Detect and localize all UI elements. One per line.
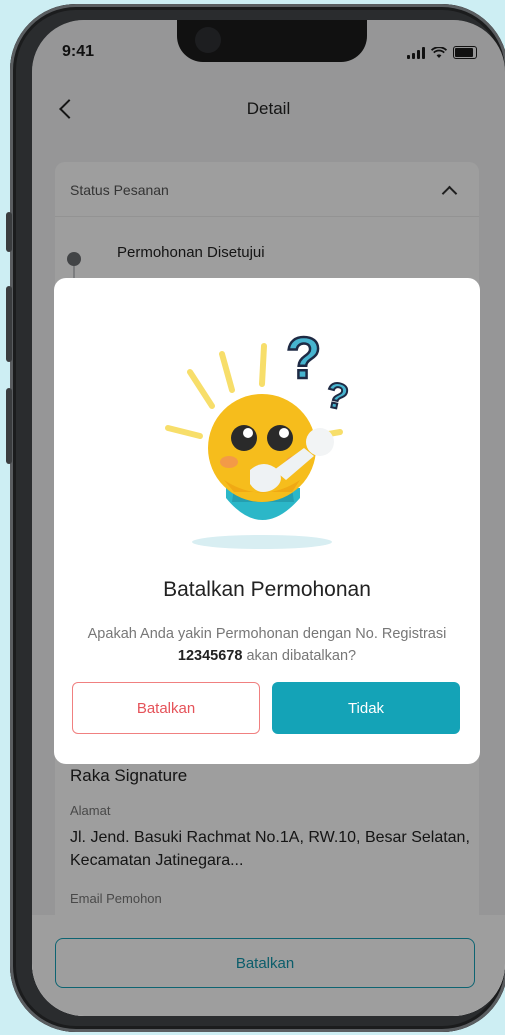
registration-number: 12345678	[177, 648, 243, 664]
volume-down-button	[6, 388, 12, 464]
mute-switch	[6, 212, 12, 252]
dynamic-island	[177, 20, 367, 62]
status-icons	[407, 46, 477, 59]
dialog-title: Batalkan Permohonan	[163, 578, 371, 601]
svg-text:?: ?	[322, 373, 352, 418]
phone-frame: 9:41 Detail Status Pesanan Permohonan Di…	[6, 4, 505, 1032]
dialog-desc-after: akan dibatalkan?	[246, 648, 357, 664]
dialog-description: Apakah Anda yakin Permohonan dengan No. …	[82, 623, 452, 667]
volume-up-button	[6, 286, 12, 362]
confirm-cancel-button[interactable]: Batalkan	[72, 682, 260, 734]
decline-button[interactable]: Tidak	[272, 682, 460, 734]
camera-icon	[195, 27, 221, 53]
wifi-icon	[431, 46, 447, 58]
lightbulb-illustration: ? ?	[165, 325, 353, 549]
svg-text:?: ?	[286, 326, 321, 391]
battery-icon	[453, 46, 477, 59]
status-time: 9:41	[62, 43, 95, 60]
signal-icon	[407, 46, 425, 59]
cancel-confirmation-dialog: ? ? Batalkan Permohonan Apakah Anda yaki…	[54, 278, 480, 764]
screen: 9:41 Detail Status Pesanan Permohonan Di…	[32, 20, 505, 1016]
dialog-desc-before: Apakah Anda yakin Permohonan dengan No. …	[87, 626, 447, 642]
